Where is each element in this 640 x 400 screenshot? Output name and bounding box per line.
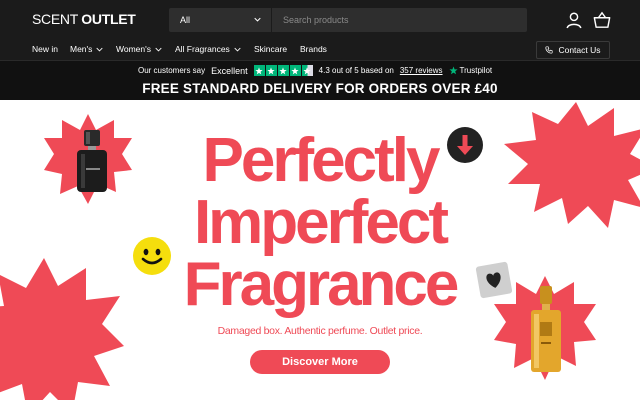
rating-stars bbox=[253, 65, 313, 76]
trustpilot-star-icon bbox=[448, 66, 458, 75]
nav-item-new-in[interactable]: New in bbox=[32, 44, 58, 54]
search-input[interactable] bbox=[272, 8, 527, 32]
chevron-down-icon bbox=[96, 47, 104, 52]
main-nav: New in Men's Women's All Fragrances Skin… bbox=[0, 40, 640, 60]
star-icon bbox=[265, 65, 277, 76]
heart-icon bbox=[475, 261, 513, 299]
hero-headline-line2: Imperfect bbox=[193, 188, 449, 257]
trustpilot-logo: Trustpilot bbox=[448, 66, 493, 75]
user-icon[interactable] bbox=[565, 11, 583, 29]
nav-item-womens[interactable]: Women's bbox=[116, 44, 162, 54]
trustpilot-bar: Our customers say Excellent 4.3 out of 5… bbox=[0, 60, 640, 78]
nav-item-brands[interactable]: Brands bbox=[300, 44, 327, 54]
search-bar: All bbox=[169, 8, 527, 32]
hero-tagline: Damaged box. Authentic perfume. Outlet p… bbox=[217, 325, 423, 337]
star-half-icon bbox=[301, 65, 313, 76]
top-header: SCENT OUTLET All bbox=[0, 0, 640, 40]
nav-item-skincare[interactable]: Skincare bbox=[254, 44, 287, 54]
nav-item-mens[interactable]: Men's bbox=[70, 44, 104, 54]
contact-us-label: Contact Us bbox=[558, 45, 601, 55]
chevron-down-icon bbox=[234, 47, 241, 52]
logo-text-scent: SCENT bbox=[32, 11, 78, 27]
trust-score-text: 4.3 out of 5 based on bbox=[318, 66, 394, 75]
site-logo[interactable]: SCENT OUTLET bbox=[32, 11, 136, 27]
discover-more-button[interactable]: Discover More bbox=[250, 350, 390, 374]
nav-item-label: All Fragrances bbox=[175, 44, 230, 54]
trust-rating-word: Excellent bbox=[211, 65, 248, 76]
category-select-value: All bbox=[180, 15, 191, 25]
trustpilot-brand: Trustpilot bbox=[459, 66, 493, 75]
category-select[interactable]: All bbox=[169, 8, 272, 32]
nav-item-label: Women's bbox=[116, 44, 152, 54]
trust-reviews-link[interactable]: 357 reviews bbox=[400, 66, 443, 75]
nav-item-label: Brands bbox=[300, 44, 327, 54]
phone-icon bbox=[545, 46, 554, 54]
star-icon bbox=[253, 65, 265, 76]
chevron-down-icon bbox=[155, 47, 162, 52]
smiley-icon bbox=[133, 237, 171, 275]
chevron-down-icon bbox=[254, 17, 261, 22]
page: SCENT OUTLET All New in Men's W bbox=[0, 0, 640, 400]
nav-item-label: Skincare bbox=[254, 44, 288, 54]
hero-headline-line3: Fragrance bbox=[183, 250, 460, 319]
nav-item-all-fragrances[interactable]: All Fragrances bbox=[175, 44, 241, 54]
trustpilot-widget[interactable]: Our customers say Excellent 4.3 out of 5… bbox=[138, 65, 492, 76]
arrow-down-icon bbox=[447, 127, 483, 163]
contact-us-button[interactable]: Contact Us bbox=[536, 41, 610, 59]
delivery-banner: FREE STANDARD DELIVERY FOR ORDERS OVER £… bbox=[0, 78, 640, 100]
hero-banner: Perfectly Imperfect Fragrance Damaged bo… bbox=[0, 100, 640, 400]
nav-item-label: New in bbox=[32, 44, 58, 54]
basket-icon[interactable] bbox=[593, 11, 611, 29]
star-icon bbox=[289, 65, 301, 76]
trust-intro: Our customers say bbox=[138, 66, 206, 75]
logo-text-outlet: OUTLET bbox=[81, 11, 136, 27]
hero-headline-line1: Perfectly bbox=[202, 126, 441, 195]
nav-item-label: Men's bbox=[70, 44, 93, 54]
star-icon bbox=[277, 65, 289, 76]
